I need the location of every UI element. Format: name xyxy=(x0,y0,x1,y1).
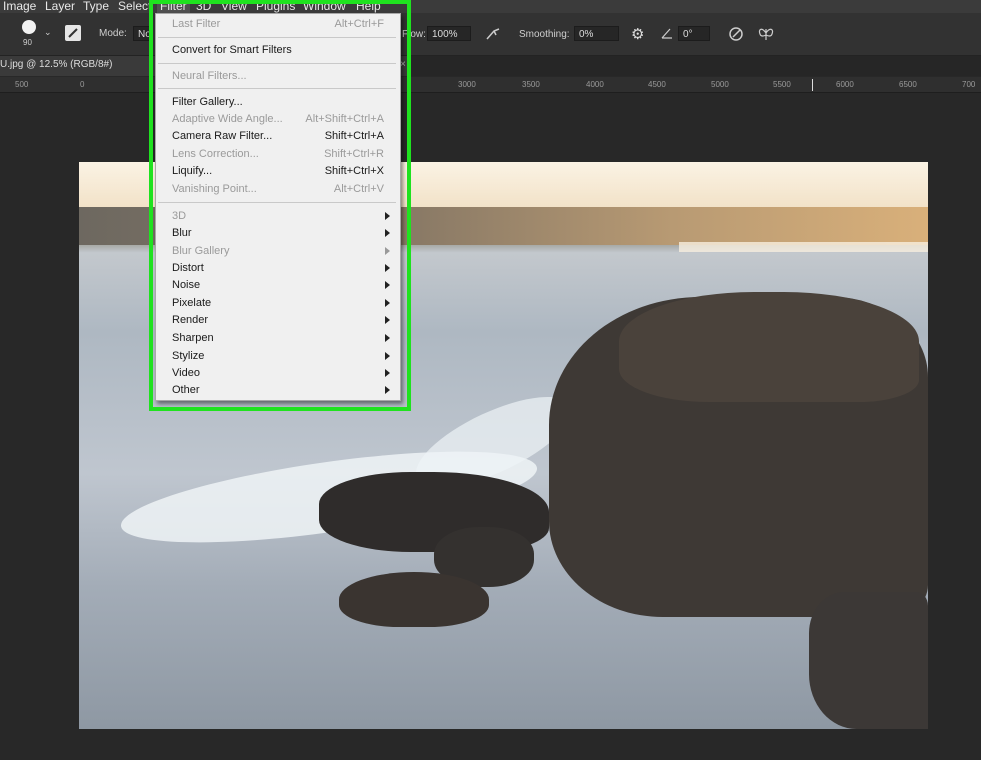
horizontal-ruler: 500 0 3000 3500 4000 4500 5000 5500 6000… xyxy=(0,77,981,93)
highlight-box xyxy=(149,0,411,411)
symmetry-butterfly-icon[interactable] xyxy=(757,25,775,46)
brush-preset-icon[interactable] xyxy=(22,20,36,34)
smoothing-label: Smoothing: xyxy=(519,29,570,40)
menu-type[interactable]: Type xyxy=(83,0,109,13)
smoothing-input[interactable]: 0% xyxy=(574,26,619,41)
menu-image[interactable]: Image xyxy=(3,0,36,13)
chevron-down-icon[interactable]: ⌄ xyxy=(44,27,52,38)
ruler-tick: 4000 xyxy=(586,80,604,89)
menu-bar: Image Layer Type Select Filter 3D View P… xyxy=(0,0,981,13)
ruler-tick: 700 xyxy=(962,80,976,89)
ruler-tick: 500 xyxy=(15,80,29,89)
airbrush-icon[interactable] xyxy=(484,25,502,46)
small-rock xyxy=(339,572,489,627)
sun-glare xyxy=(679,242,928,252)
document-tab-bar: U.jpg @ 12.5% (RGB/8#) × xyxy=(0,56,981,76)
ruler-tick: 3000 xyxy=(458,80,476,89)
document-tab-title: U.jpg @ 12.5% (RGB/8#) xyxy=(0,59,113,70)
large-rock-top xyxy=(619,292,919,402)
gear-icon[interactable]: ⚙ xyxy=(631,25,644,43)
right-rock xyxy=(809,592,928,729)
menu-layer[interactable]: Layer xyxy=(45,0,75,13)
ruler-tick: 5500 xyxy=(773,80,791,89)
brush-settings-icon[interactable] xyxy=(65,25,81,41)
options-bar: 90 ⌄ Mode: No Flow: 100% Smoothing: 0% ⚙… xyxy=(0,13,981,56)
ruler-tick: 0 xyxy=(80,80,85,89)
ruler-tick: 6500 xyxy=(899,80,917,89)
ruler-tick: 5000 xyxy=(711,80,729,89)
ruler-cursor-marker xyxy=(812,79,813,91)
ruler-tick: 4500 xyxy=(648,80,666,89)
ruler-tick: 3500 xyxy=(522,80,540,89)
angle-input[interactable]: 0° xyxy=(678,26,710,41)
menu-select[interactable]: Select xyxy=(118,0,151,13)
angle-icon xyxy=(660,26,674,43)
flow-input[interactable]: 100% xyxy=(427,26,471,41)
mode-label: Mode: xyxy=(99,28,127,39)
brush-size: 90 xyxy=(23,38,32,47)
pressure-size-icon[interactable] xyxy=(727,25,745,46)
ruler-tick: 6000 xyxy=(836,80,854,89)
